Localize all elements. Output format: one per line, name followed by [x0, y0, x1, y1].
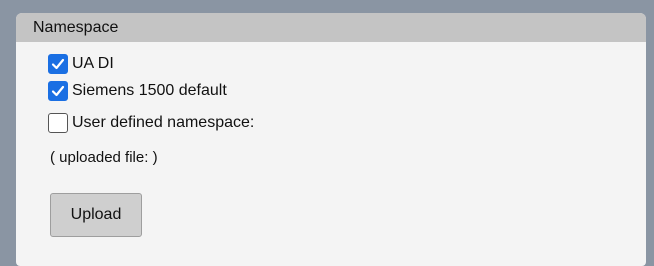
option-user-defined-namespace[interactable]: User defined namespace: [48, 111, 254, 135]
check-icon [51, 58, 65, 70]
siemens-1500-checkbox[interactable] [48, 81, 68, 101]
uploaded-file-text: ( uploaded file: ) [50, 149, 158, 166]
ua-di-checkbox[interactable] [48, 54, 68, 74]
ua-di-label: UA DI [72, 55, 114, 72]
option-ua-di[interactable]: UA DI [48, 52, 114, 76]
panel-title: Namespace [33, 19, 119, 36]
check-icon [51, 85, 65, 97]
user-defined-namespace-label: User defined namespace: [72, 114, 255, 131]
siemens-1500-label: Siemens 1500 default [72, 82, 227, 99]
user-defined-namespace-checkbox[interactable] [48, 113, 68, 133]
upload-button[interactable]: Upload [50, 193, 142, 237]
namespace-panel: Namespace UA DI Siemens 1500 default Use… [16, 13, 646, 266]
panel-header: Namespace [16, 13, 646, 42]
option-siemens-1500-default[interactable]: Siemens 1500 default [48, 79, 227, 103]
